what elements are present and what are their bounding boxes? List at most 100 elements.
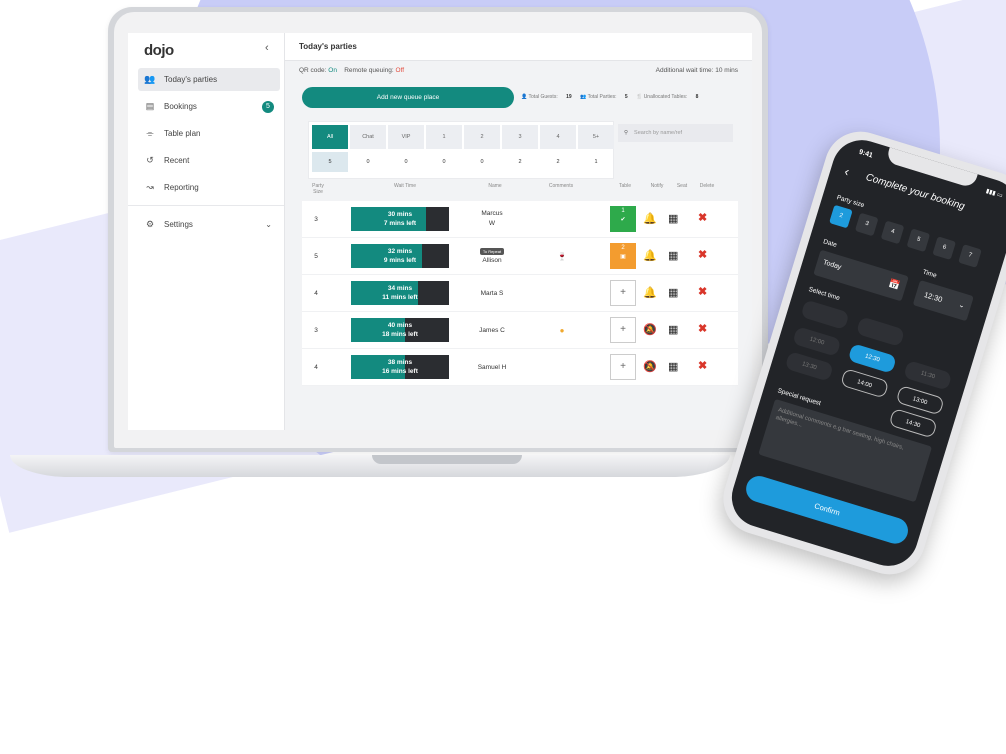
column-header-party-size: Party Size bbox=[312, 183, 324, 195]
filter-count: 0 bbox=[480, 159, 484, 165]
time-value: 12:30 bbox=[922, 290, 944, 305]
sidebar-divider bbox=[128, 205, 284, 206]
filter-tab-2[interactable]: 2 bbox=[464, 125, 500, 149]
sidebar-item-settings[interactable]: ⚙ Settings ⌄ bbox=[138, 213, 280, 236]
column-header-wait-time: Wait Time bbox=[393, 183, 417, 189]
wait-left: 7 mins left bbox=[383, 220, 417, 227]
time-select[interactable]: 12:30 ⌄ bbox=[912, 280, 974, 322]
unallocated-stat: 🍴 Unallocated Tables: 8 bbox=[636, 94, 699, 100]
wait-time-bar: 38 mins 16 mins left bbox=[351, 355, 449, 379]
sidebar-item-recent[interactable]: ↺ Recent bbox=[138, 149, 280, 172]
parties-stat: 👥 Total Parties: 5 bbox=[580, 94, 628, 100]
filter-tab-1[interactable]: 1 bbox=[426, 125, 462, 149]
date-value: Today bbox=[822, 259, 843, 272]
table-assign-button[interactable]: + bbox=[610, 280, 636, 306]
filter-tab-4[interactable]: 4 bbox=[540, 125, 576, 149]
filter-tab-5plus[interactable]: 5+ bbox=[578, 125, 614, 149]
table-number: 2 bbox=[621, 245, 625, 251]
chair-icon[interactable]: ▦ bbox=[668, 249, 678, 262]
time-slot[interactable]: 13:30 bbox=[784, 351, 834, 382]
party-size-option[interactable]: 5 bbox=[906, 228, 931, 253]
table-assign-button[interactable]: 2 ▣ bbox=[610, 243, 636, 269]
collapse-sidebar-button[interactable]: ‹ bbox=[265, 42, 269, 54]
delete-icon[interactable]: ✖ bbox=[698, 248, 707, 261]
table-assign-button[interactable]: 1 ✔ bbox=[610, 206, 636, 232]
table-row[interactable]: 3 30 mins 7 mins left Marcus W 1 ✔ 🔔 ▦ ✖ bbox=[302, 201, 738, 238]
sidebar-item-bookings[interactable]: ▤ Bookings 5 bbox=[138, 95, 280, 118]
qr-label: QR code: bbox=[299, 67, 327, 74]
qr-status-toggle[interactable]: On bbox=[328, 67, 337, 74]
delete-icon[interactable]: ✖ bbox=[698, 285, 707, 298]
table-row[interactable]: 4 34 mins 11 mins left Marta S + 🔔 ▦ ✖ bbox=[302, 275, 738, 312]
time-slot[interactable]: 11:30 bbox=[903, 360, 953, 391]
bell-icon[interactable]: 🔔 bbox=[643, 286, 657, 299]
sidebar-item-todays-parties[interactable]: 👥 Today's parties bbox=[138, 68, 280, 91]
sidebar-item-table-plan[interactable]: ⌯ Table plan bbox=[138, 122, 280, 145]
wait-total: 30 mins bbox=[387, 211, 413, 218]
bell-icon[interactable]: 🔔 bbox=[643, 212, 657, 225]
sidebar-item-label: Recent bbox=[164, 156, 190, 165]
bell-off-icon[interactable]: 🔕 bbox=[643, 323, 657, 336]
table-assign-button[interactable]: + bbox=[610, 317, 636, 343]
chair-icon[interactable]: ▦ bbox=[668, 212, 678, 225]
column-header-table: Table bbox=[619, 183, 631, 189]
filter-count: 0 bbox=[442, 159, 446, 165]
add-queue-place-button[interactable]: Add new queue place bbox=[302, 87, 514, 108]
filter-tab-all[interactable]: All bbox=[312, 125, 348, 149]
delete-icon[interactable]: ✖ bbox=[698, 359, 707, 372]
table-row[interactable]: 5 32 mins 9 mins left To Repeat Allison 🍷 … bbox=[302, 238, 738, 275]
table-assign-button[interactable]: + bbox=[610, 354, 636, 380]
delete-icon[interactable]: ✖ bbox=[698, 211, 707, 224]
time-slot-disabled bbox=[855, 316, 906, 348]
time-slot-disabled bbox=[800, 299, 850, 331]
guest-name: Samuel H bbox=[477, 363, 507, 371]
chair-icon[interactable]: ▦ bbox=[668, 360, 678, 373]
bell-icon[interactable]: 🔔 bbox=[643, 249, 657, 262]
filter-tab-vip[interactable]: VIP bbox=[388, 125, 424, 149]
party-size-option[interactable]: 7 bbox=[958, 244, 982, 268]
party-size-option[interactable]: 6 bbox=[932, 236, 957, 261]
chair-icon[interactable]: ▦ bbox=[668, 323, 678, 336]
time-slot[interactable]: 14:00 bbox=[840, 367, 890, 399]
wait-text: 30 mins 7 mins left bbox=[351, 210, 449, 228]
signal-icon: ▮▮▮ ▭ bbox=[984, 188, 1004, 200]
wait-time-bar: 40 mins 18 mins left bbox=[351, 318, 449, 342]
filter-count: 5 bbox=[312, 152, 348, 172]
table-row[interactable]: 4 38 mins 16 mins left Samuel H + 🔕 ▦ ✖ bbox=[302, 349, 738, 386]
sidebar-item-reporting[interactable]: ↝ Reporting bbox=[138, 176, 280, 199]
party-size-option[interactable]: 3 bbox=[854, 212, 879, 237]
filter-tab-3[interactable]: 3 bbox=[502, 125, 538, 149]
back-icon[interactable]: ‹ bbox=[843, 164, 852, 180]
table-row[interactable]: 3 40 mins 18 mins left James C ● + 🔕 ▦ ✖ bbox=[302, 312, 738, 349]
filter-tab-chat[interactable]: Chat bbox=[350, 125, 386, 149]
sidebar: dojo ‹ 👥 Today's parties ▤ Bookings 5 ⌯ … bbox=[128, 33, 285, 430]
history-icon: ↺ bbox=[146, 155, 154, 165]
filter-count: 1 bbox=[594, 159, 598, 165]
unallocated-value: 8 bbox=[695, 94, 699, 100]
additional-wait-time[interactable]: Additional wait time: 10 mins bbox=[656, 67, 738, 74]
remote-queuing-label: Remote queuing: bbox=[344, 67, 394, 74]
search-input[interactable]: ⚲ Search by name/ref bbox=[618, 124, 733, 142]
wait-left: 9 mins left bbox=[383, 257, 417, 264]
phone-clock: 9:41 bbox=[858, 148, 874, 160]
guests-stat: 👤 Total Guests: 19 bbox=[521, 94, 572, 100]
unallocated-label: Unallocated Tables: bbox=[643, 94, 688, 100]
sidebar-item-label: Settings bbox=[164, 220, 193, 229]
repeat-tag: To Repeat bbox=[479, 248, 505, 255]
time-slot-selected[interactable]: 12:30 bbox=[847, 343, 897, 374]
search-icon: ⚲ bbox=[624, 130, 629, 136]
party-size-option[interactable]: 4 bbox=[880, 220, 905, 245]
remote-queuing-toggle[interactable]: Off bbox=[396, 67, 405, 74]
bell-off-icon[interactable]: 🔕 bbox=[643, 360, 657, 373]
delete-icon[interactable]: ✖ bbox=[698, 322, 707, 335]
guests-label: Total Guests: bbox=[528, 94, 558, 100]
laptop-notch bbox=[372, 455, 522, 464]
guest-name: Marcus W bbox=[462, 201, 522, 237]
sidebar-item-label: Table plan bbox=[164, 129, 201, 138]
chair-icon[interactable]: ▦ bbox=[668, 286, 678, 299]
top-bar: Today's parties bbox=[285, 33, 752, 61]
chevron-down-icon: ⌄ bbox=[957, 301, 966, 310]
time-slot[interactable]: 12:00 bbox=[792, 326, 842, 357]
chart-line-icon: ↝ bbox=[146, 182, 154, 192]
party-size-option[interactable]: 2 bbox=[829, 204, 853, 229]
